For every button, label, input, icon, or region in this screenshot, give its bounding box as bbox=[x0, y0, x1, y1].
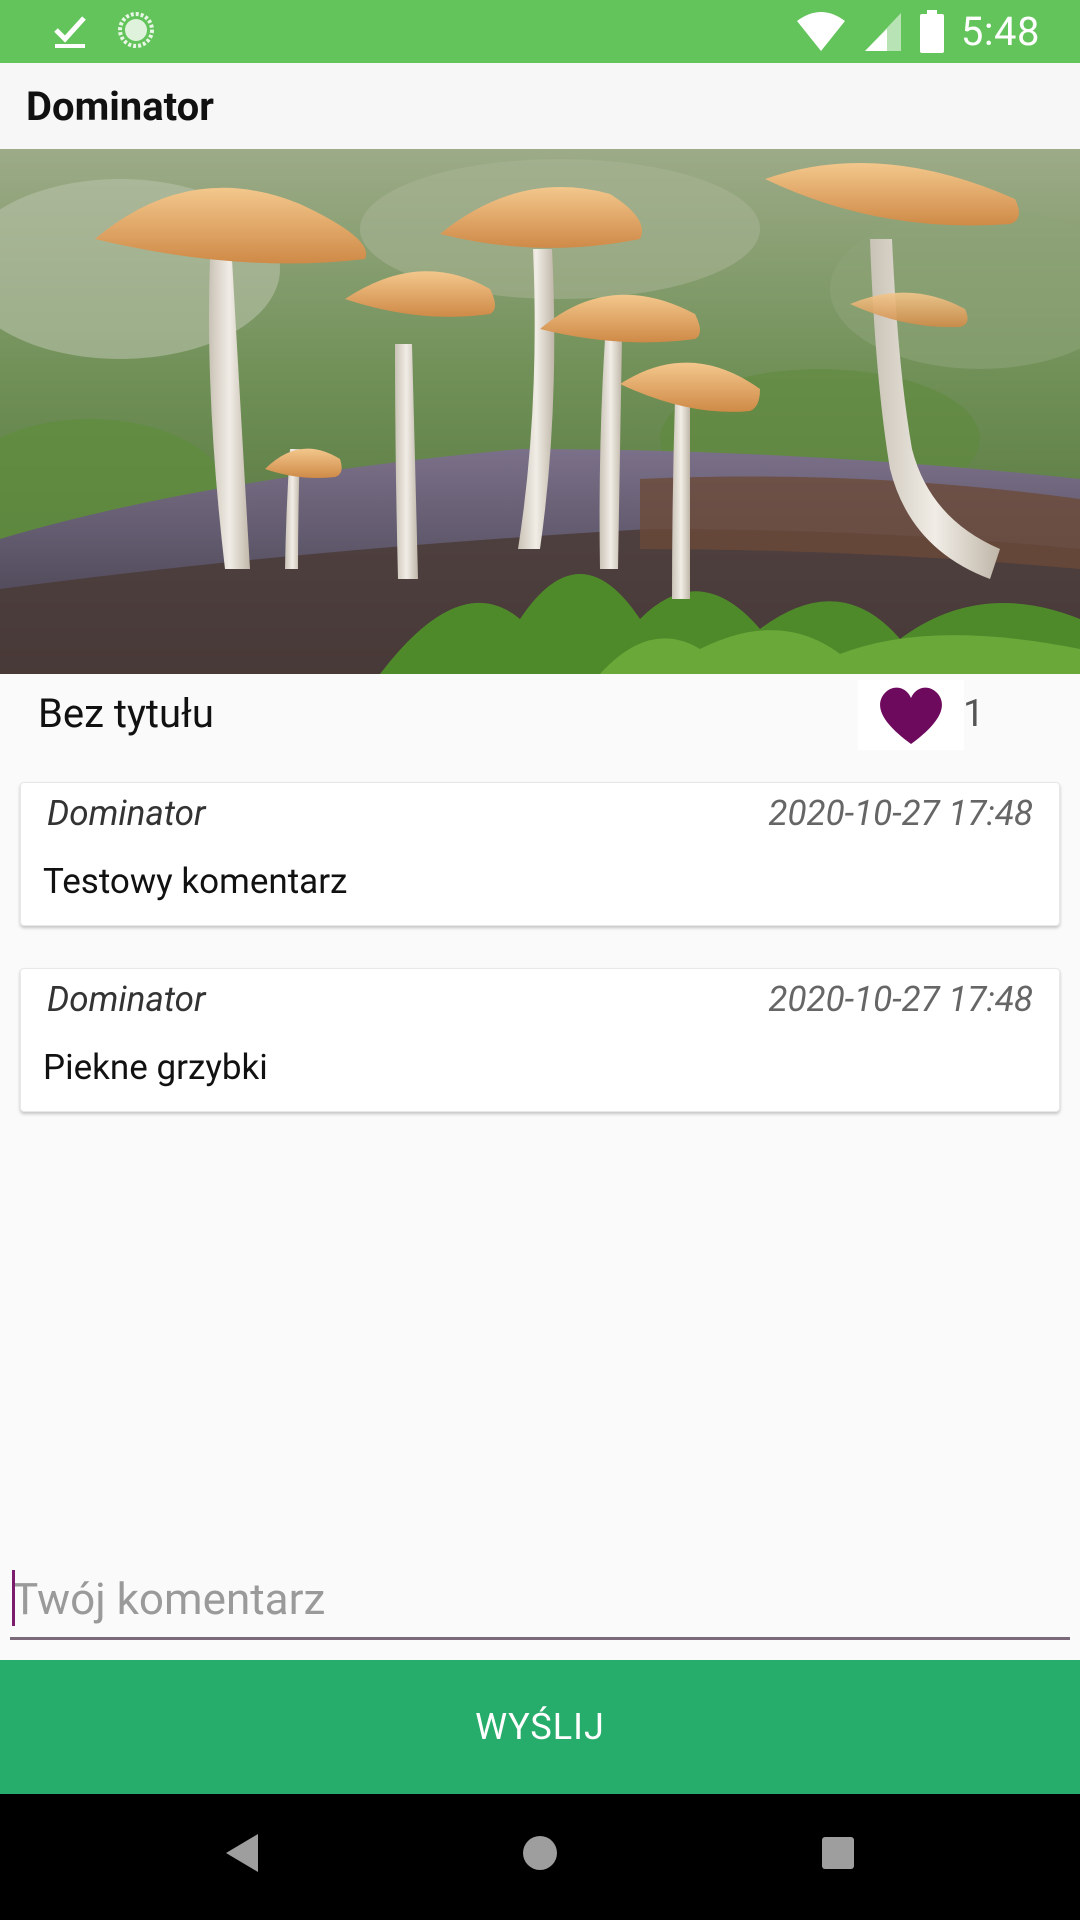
status-bar: 5:48 bbox=[0, 0, 1080, 63]
send-button[interactable]: WYŚLIJ bbox=[0, 1660, 1080, 1794]
mushrooms-photo bbox=[0, 149, 1080, 674]
battery-icon bbox=[919, 9, 944, 53]
status-left bbox=[52, 10, 156, 50]
back-icon[interactable] bbox=[224, 1832, 260, 1874]
comment-date: 2020-10-27 17:48 bbox=[768, 979, 1033, 1020]
cell-signal-icon bbox=[864, 12, 901, 51]
heart-icon bbox=[880, 687, 942, 744]
like-button[interactable] bbox=[858, 680, 964, 750]
clock-time: 5:48 bbox=[960, 8, 1040, 55]
status-right: 5:48 bbox=[795, 8, 1040, 55]
post-title: Bez tytułu bbox=[38, 690, 214, 737]
comment-author: Dominator bbox=[47, 793, 206, 834]
home-icon[interactable] bbox=[521, 1832, 559, 1874]
comment-date: 2020-10-27 17:48 bbox=[768, 793, 1033, 834]
comment-card: Dominator 2020-10-27 17:48 Testowy komen… bbox=[20, 782, 1060, 926]
sync-icon bbox=[118, 12, 154, 48]
comment-input[interactable] bbox=[10, 1560, 1070, 1640]
like-count: 1 bbox=[963, 692, 985, 736]
download-done-icon bbox=[54, 16, 86, 48]
app-bar-title: Dominator bbox=[26, 83, 214, 130]
comment-author: Dominator bbox=[47, 979, 206, 1020]
post-image bbox=[0, 149, 1080, 674]
comment-text: Piekne grzybki bbox=[43, 1047, 268, 1088]
recents-icon[interactable] bbox=[821, 1832, 855, 1874]
system-nav-bar bbox=[0, 1794, 1080, 1920]
app-bar: Dominator bbox=[0, 63, 1080, 149]
comment-card: Dominator 2020-10-27 17:48 Piekne grzybk… bbox=[20, 968, 1060, 1112]
wifi-icon bbox=[796, 11, 845, 51]
text-cursor bbox=[12, 1570, 15, 1626]
comment-text: Testowy komentarz bbox=[43, 861, 348, 902]
